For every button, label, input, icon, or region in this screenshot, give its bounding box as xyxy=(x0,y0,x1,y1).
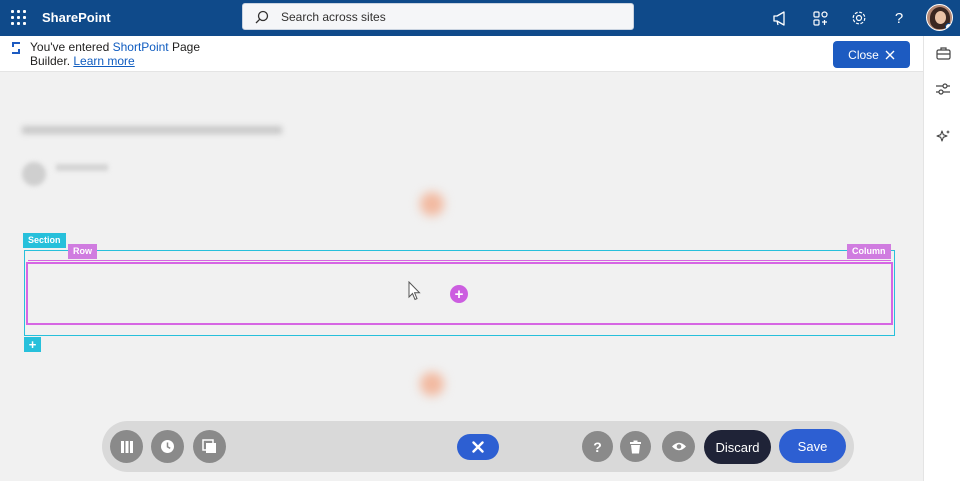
preview-eye-icon xyxy=(671,442,686,451)
search-box[interactable] xyxy=(242,3,634,30)
blurred-author-avatar xyxy=(22,162,46,186)
discard-button[interactable]: Discard xyxy=(704,430,771,464)
row-tag[interactable]: Row xyxy=(68,244,97,259)
blurred-author-line xyxy=(56,164,108,171)
close-icon xyxy=(472,441,484,453)
blurred-page-title: ▬▬▬▬▬▬▬▬▬▬ xyxy=(22,110,282,140)
notice-brand: ShortPoint xyxy=(112,40,169,54)
mouse-cursor-icon xyxy=(408,281,421,301)
learn-more-link[interactable]: Learn more xyxy=(73,54,134,68)
layers-button[interactable] xyxy=(193,430,226,463)
blurred-placeholder-dot xyxy=(420,192,444,216)
close-builder-button[interactable]: Close xyxy=(833,41,910,68)
trash-icon xyxy=(630,440,641,453)
columns-icon xyxy=(120,440,133,453)
section-tag[interactable]: Section xyxy=(23,233,66,248)
save-button[interactable]: Save xyxy=(779,429,846,463)
history-button[interactable] xyxy=(151,430,184,463)
delete-button[interactable] xyxy=(620,431,651,462)
help-icon: ? xyxy=(593,438,602,455)
sparkle-icon[interactable] xyxy=(934,127,952,145)
row-container xyxy=(28,260,891,261)
shortpoint-logo-icon xyxy=(12,42,20,54)
notice-prefix: You've entered xyxy=(30,40,113,54)
close-button-label: Close xyxy=(848,47,879,62)
suite-bar: SharePoint ? xyxy=(0,0,960,36)
close-editor-button[interactable] xyxy=(457,434,499,460)
apps-icon[interactable] xyxy=(810,8,830,28)
search-icon xyxy=(255,10,269,24)
briefcase-icon[interactable] xyxy=(934,44,952,62)
preview-button[interactable] xyxy=(662,431,695,462)
add-element-button[interactable]: + xyxy=(450,285,468,303)
blurred-placeholder-dot xyxy=(420,372,444,396)
help-button[interactable]: ? xyxy=(582,431,613,462)
settings-icon[interactable] xyxy=(849,8,869,28)
column-tag[interactable]: Column xyxy=(847,244,891,259)
search-input[interactable] xyxy=(281,8,621,26)
add-section-button[interactable]: + xyxy=(24,337,41,352)
history-icon xyxy=(161,440,174,453)
app-name[interactable]: SharePoint xyxy=(42,10,111,25)
notice-text: You've entered ShortPoint Page Builder. … xyxy=(30,40,240,68)
waffle-icon[interactable] xyxy=(6,6,30,30)
page-builder-notice: You've entered ShortPoint Page Builder. … xyxy=(0,36,923,72)
sliders-icon[interactable] xyxy=(934,80,952,98)
avatar[interactable] xyxy=(926,4,953,31)
close-icon xyxy=(885,50,895,59)
help-icon[interactable]: ? xyxy=(889,8,909,28)
right-rail xyxy=(923,36,960,481)
columns-button[interactable] xyxy=(110,430,143,463)
megaphone-icon[interactable] xyxy=(770,8,790,28)
layers-icon xyxy=(202,439,216,453)
